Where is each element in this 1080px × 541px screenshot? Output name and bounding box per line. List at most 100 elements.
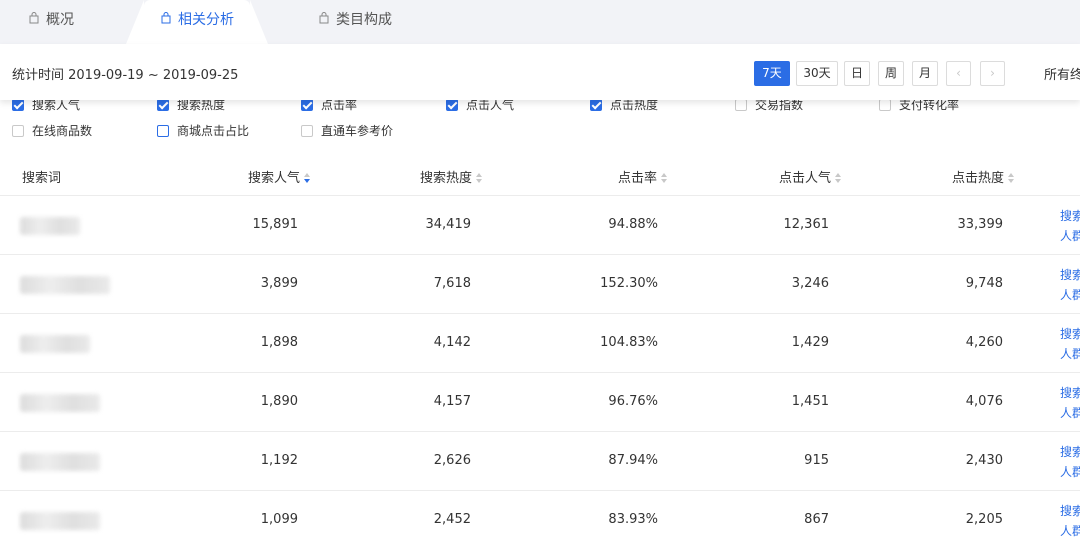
cell-search-popularity: 1,898 <box>260 335 298 350</box>
checkbox-icon <box>157 99 169 111</box>
header-label: 点击热度 <box>952 171 1005 186</box>
header-search-popularity[interactable]: 搜索人气 <box>248 167 312 186</box>
checkbox-label: 商城点击占比 <box>177 124 250 138</box>
action-crowd-link[interactable]: 人群 <box>1060 226 1080 246</box>
checkbox-label: 搜索人气 <box>32 98 81 112</box>
period-7d-button[interactable]: 7天 <box>754 61 790 86</box>
cell-search-popularity: 1,099 <box>260 512 298 527</box>
all-terminals-select[interactable]: 所有终 <box>1044 64 1080 83</box>
checkbox-icon <box>12 125 24 137</box>
checkbox-label: 交易指数 <box>755 98 804 112</box>
blurred-keyword <box>20 276 110 294</box>
table-row: 3,899 7,618 152.30% 3,246 9,748 搜索 人群 <box>0 254 1080 313</box>
cell-click-heat: 2,205 <box>965 512 1003 527</box>
sort-icon[interactable] <box>304 172 312 185</box>
action-crowd-link[interactable]: 人群 <box>1060 403 1080 423</box>
sort-icon[interactable] <box>835 172 843 185</box>
checkbox-icon <box>12 99 24 111</box>
row-actions[interactable]: 搜索 人群 <box>1060 265 1080 305</box>
blurred-keyword <box>20 217 80 235</box>
checkbox-icon <box>301 125 313 137</box>
checkbox-icon <box>879 99 891 111</box>
action-search-link[interactable]: 搜索 <box>1060 324 1080 344</box>
prev-button[interactable]: ‹ <box>946 61 971 86</box>
checkbox-online-items[interactable]: 在线商品数 <box>12 122 92 139</box>
sort-icon[interactable] <box>1008 172 1016 185</box>
header-click-popularity[interactable]: 点击人气 <box>779 167 843 186</box>
checkbox-label: 在线商品数 <box>32 124 93 138</box>
cell-click-popularity: 1,429 <box>791 335 829 350</box>
blurred-keyword <box>20 453 100 471</box>
table-row: 1,890 4,157 96.76% 1,451 4,076 搜索 人群 <box>0 372 1080 431</box>
period-week-button[interactable]: 周 <box>878 61 905 86</box>
tab-bar: 概况 相关分析 类目构成 <box>0 0 1080 44</box>
checkbox-mall-click-share[interactable]: 商城点击占比 <box>157 122 249 139</box>
row-actions[interactable]: 搜索 人群 <box>1060 501 1080 541</box>
header-click-heat[interactable]: 点击热度 <box>952 167 1016 186</box>
bag-icon <box>318 0 330 40</box>
checkbox-label: 支付转化率 <box>899 98 960 112</box>
table-row: 1,192 2,626 87.94% 915 2,430 搜索 人群 <box>0 431 1080 490</box>
action-crowd-link[interactable]: 人群 <box>1060 521 1080 541</box>
row-actions[interactable]: 搜索 人群 <box>1060 442 1080 482</box>
row-actions[interactable]: 搜索 人群 <box>1060 206 1080 246</box>
header-label: 点击人气 <box>779 171 832 186</box>
cell-click-heat: 33,399 <box>957 217 1004 232</box>
table-row: 1,898 4,142 104.83% 1,429 4,260 搜索 人群 <box>0 313 1080 372</box>
bag-icon <box>160 0 172 40</box>
cell-click-popularity: 867 <box>804 512 829 527</box>
cell-click-rate: 104.83% <box>600 335 658 350</box>
tab-overview[interactable]: 概况 <box>28 0 74 44</box>
cell-search-heat: 4,157 <box>433 394 471 409</box>
header-search-term: 搜索词 <box>22 171 62 186</box>
toolbar: 统计时间 2019-09-19 ~ 2019-09-25 7天 30天 日 周 … <box>0 44 1080 100</box>
checkbox-icon <box>301 99 313 111</box>
tab-related-analysis[interactable]: 相关分析 <box>126 0 268 44</box>
cell-click-popularity: 12,361 <box>783 217 830 232</box>
checkbox-icon <box>590 99 602 111</box>
header-click-rate[interactable]: 点击率 <box>618 167 669 186</box>
action-search-link[interactable]: 搜索 <box>1060 442 1080 462</box>
cell-click-heat: 9,748 <box>965 276 1003 291</box>
cell-search-popularity: 1,192 <box>260 453 298 468</box>
cell-click-rate: 94.88% <box>608 217 658 232</box>
cell-search-heat: 2,626 <box>433 453 471 468</box>
period-day-button[interactable]: 日 <box>844 61 871 86</box>
cell-search-heat: 2,452 <box>433 512 471 527</box>
action-search-link[interactable]: 搜索 <box>1060 265 1080 285</box>
checkbox-label: 点击率 <box>321 98 358 112</box>
next-button[interactable]: › <box>980 61 1005 86</box>
action-crowd-link[interactable]: 人群 <box>1060 285 1080 305</box>
action-search-link[interactable]: 搜索 <box>1060 501 1080 521</box>
checkbox-icon <box>735 99 747 111</box>
tab-category[interactable]: 类目构成 <box>318 0 392 44</box>
checkbox-label: 点击人气 <box>466 98 515 112</box>
checkbox-icon <box>446 99 458 111</box>
cell-click-heat: 4,260 <box>965 335 1003 350</box>
cell-click-rate: 87.94% <box>608 453 658 468</box>
action-crowd-link[interactable]: 人群 <box>1060 344 1080 364</box>
period-month-button[interactable]: 月 <box>912 61 939 86</box>
checkbox-label: 直通车参考价 <box>321 124 394 138</box>
cell-click-heat: 4,076 <box>965 394 1003 409</box>
cell-click-heat: 2,430 <box>965 453 1003 468</box>
period-30d-button[interactable]: 30天 <box>796 61 838 86</box>
header-label: 搜索热度 <box>420 171 473 186</box>
cell-search-popularity: 1,890 <box>260 394 298 409</box>
checkbox-ztc-price[interactable]: 直通车参考价 <box>301 122 393 139</box>
header-label: 搜索人气 <box>248 171 301 186</box>
table-row: 1,099 2,452 83.93% 867 2,205 搜索 人群 <box>0 490 1080 538</box>
cell-search-heat: 7,618 <box>433 276 471 291</box>
header-label: 点击率 <box>618 171 658 186</box>
action-crowd-link[interactable]: 人群 <box>1060 462 1080 482</box>
sort-icon[interactable] <box>661 172 669 185</box>
row-actions[interactable]: 搜索 人群 <box>1060 383 1080 423</box>
checkbox-label: 点击热度 <box>610 98 659 112</box>
row-actions[interactable]: 搜索 人群 <box>1060 324 1080 364</box>
action-search-link[interactable]: 搜索 <box>1060 206 1080 226</box>
header-search-heat[interactable]: 搜索热度 <box>420 167 484 186</box>
cell-click-rate: 96.76% <box>608 394 658 409</box>
action-search-link[interactable]: 搜索 <box>1060 383 1080 403</box>
checkbox-label: 搜索热度 <box>177 98 226 112</box>
sort-icon[interactable] <box>476 172 484 185</box>
